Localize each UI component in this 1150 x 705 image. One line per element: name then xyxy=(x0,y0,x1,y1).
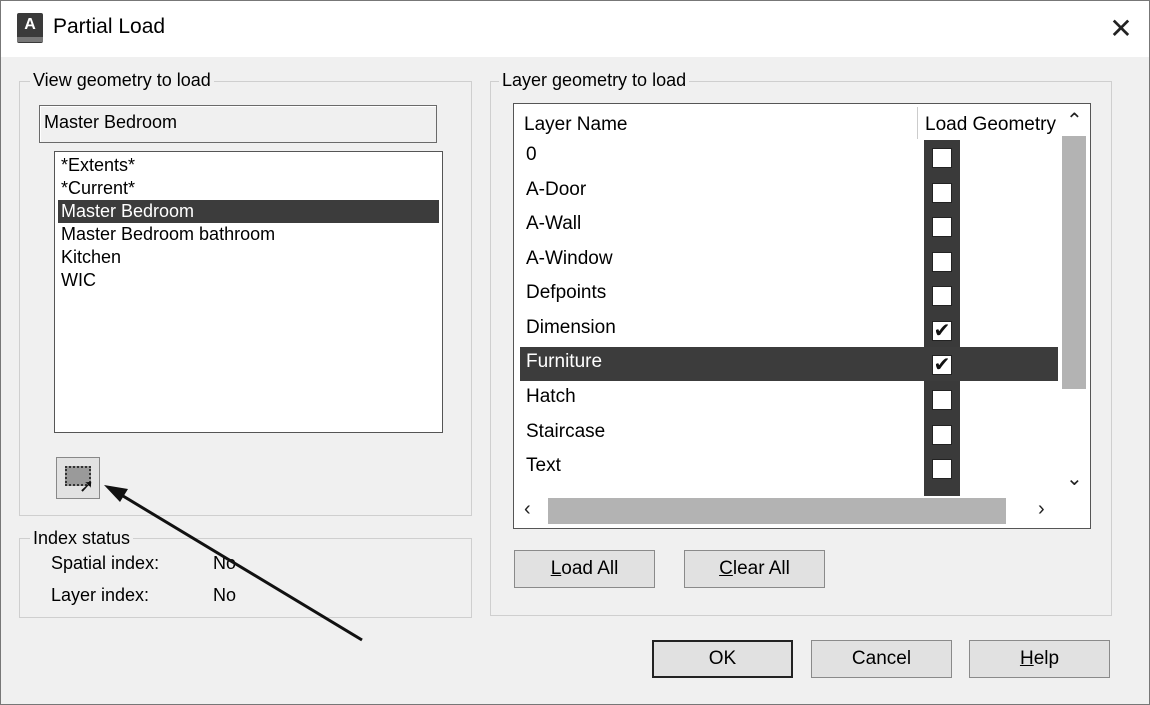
layer-name: Dimension xyxy=(526,317,616,338)
ok-button[interactable]: OK xyxy=(652,640,793,678)
view-item-current[interactable]: *Current* xyxy=(58,177,439,200)
help-button[interactable]: Help xyxy=(969,640,1110,678)
selected-view-field: Master Bedroom xyxy=(39,105,437,143)
load-checkbox-staircase[interactable] xyxy=(932,425,952,445)
scroll-down-icon[interactable]: ⌄ xyxy=(1066,466,1083,491)
checkmark-icon: ✔ xyxy=(933,354,951,376)
scroll-up-icon[interactable]: ⌃ xyxy=(1066,108,1083,133)
horizontal-scroll-thumb[interactable] xyxy=(548,498,1006,524)
spatial-index-value: No xyxy=(213,553,237,573)
autocad-app-icon: A xyxy=(17,13,43,43)
layer-index-label: Layer index: xyxy=(51,585,150,605)
view-item-wic[interactable]: WIC xyxy=(58,269,439,292)
layer-row-staircase[interactable]: Staircase xyxy=(520,417,1058,451)
index-status-group xyxy=(19,538,472,618)
layer-row-furniture[interactable]: Furniture xyxy=(520,347,1058,381)
layer-index-value: No xyxy=(213,585,237,605)
layer-row-a-window[interactable]: A-Window xyxy=(520,244,1058,278)
layer-row-hatch[interactable]: Hatch xyxy=(520,382,1058,416)
clear-all-button[interactable]: Clear All xyxy=(684,550,825,588)
index-status-label: Index status xyxy=(30,528,134,549)
view-item-kitchen[interactable]: Kitchen xyxy=(58,246,439,269)
layer-name: Furniture xyxy=(526,351,603,372)
load-checkbox-furniture[interactable]: ✔ xyxy=(932,355,952,375)
window-title: Partial Load xyxy=(53,15,166,38)
close-icon[interactable]: ✕ xyxy=(1101,9,1141,49)
vertical-scroll-thumb[interactable] xyxy=(1062,136,1086,389)
load-all-button[interactable]: Load All xyxy=(514,550,655,588)
layer-name-header[interactable]: Layer Name xyxy=(524,114,628,136)
load-checkbox-defpoints[interactable] xyxy=(932,286,952,306)
layer-row-a-wall[interactable]: A-Wall xyxy=(520,209,1058,243)
layer-row-text[interactable]: Text xyxy=(520,451,1058,485)
load-checkbox-0[interactable] xyxy=(932,148,952,168)
scroll-right-icon[interactable]: › xyxy=(1038,498,1045,521)
load-checkbox-dimension[interactable]: ✔ xyxy=(932,321,952,341)
layer-list[interactable]: Layer Name Load Geometry 0 A-Door A-Wall… xyxy=(513,103,1091,529)
spatial-index-label: Spatial index: xyxy=(51,553,160,573)
load-checkbox-a-wall[interactable] xyxy=(932,217,952,237)
layer-row-0[interactable]: 0 xyxy=(520,140,1058,174)
vertical-scrollbar[interactable]: ⌃ ⌄ xyxy=(1060,106,1088,494)
load-geometry-header[interactable]: Load Geometry xyxy=(925,114,1056,136)
horizontal-scrollbar[interactable]: ‹ › xyxy=(516,496,1088,526)
pick-window-button[interactable]: ➚ xyxy=(56,457,100,499)
view-item-master-bedroom[interactable]: Master Bedroom xyxy=(58,200,439,223)
partial-load-dialog: A Partial Load ✕ View geometry to load M… xyxy=(0,0,1150,705)
load-checkbox-text[interactable] xyxy=(932,459,952,479)
layer-row-dimension[interactable]: Dimension xyxy=(520,313,1058,347)
layer-name: Defpoints xyxy=(526,282,607,303)
view-list[interactable]: *Extents* *Current* Master Bedroom Maste… xyxy=(54,151,443,433)
scroll-left-icon[interactable]: ‹ xyxy=(524,498,531,521)
cancel-button[interactable]: Cancel xyxy=(811,640,952,678)
layer-geometry-label: Layer geometry to load xyxy=(499,70,690,91)
view-item-extents[interactable]: *Extents* xyxy=(58,154,439,177)
view-item-master-bedroom-bathroom[interactable]: Master Bedroom bathroom xyxy=(58,223,439,246)
layer-name: Hatch xyxy=(526,386,576,407)
title-bar: A Partial Load ✕ xyxy=(1,1,1149,57)
view-geometry-label: View geometry to load xyxy=(30,70,214,91)
layer-row-defpoints[interactable]: Defpoints xyxy=(520,278,1058,312)
cursor-icon: ➚ xyxy=(79,476,95,496)
checkmark-icon: ✔ xyxy=(933,320,951,342)
layer-name: A-Door xyxy=(526,179,587,200)
load-checkbox-a-window[interactable] xyxy=(932,252,952,272)
layer-name: Staircase xyxy=(526,421,606,442)
load-checkbox-hatch[interactable] xyxy=(932,390,952,410)
layer-name: A-Window xyxy=(526,248,613,269)
load-checkbox-a-door[interactable] xyxy=(932,183,952,203)
layer-row-a-door[interactable]: A-Door xyxy=(520,175,1058,209)
layer-name: Text xyxy=(526,455,561,476)
layer-name: 0 xyxy=(526,144,537,165)
layer-name: A-Wall xyxy=(526,213,582,234)
